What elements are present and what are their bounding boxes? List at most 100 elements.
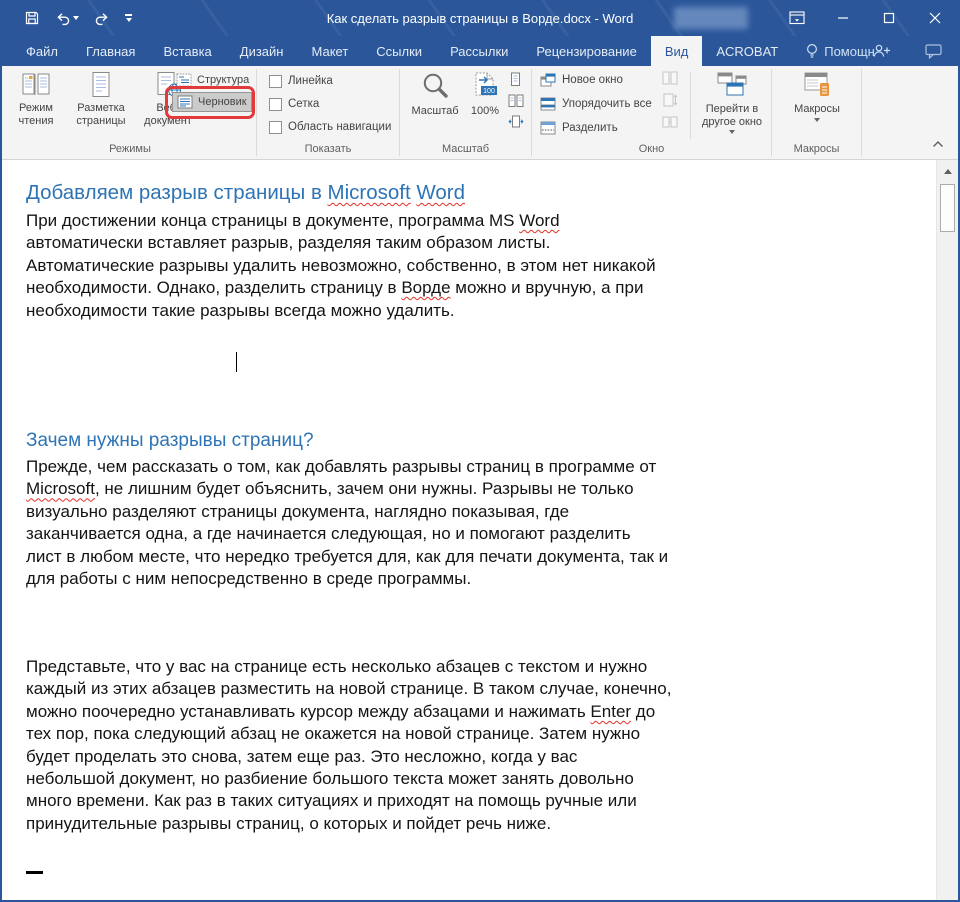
tab-references[interactable]: Ссылки xyxy=(362,36,436,66)
split-button[interactable]: Разделить xyxy=(540,119,618,137)
share-contact-button[interactable] xyxy=(872,43,891,59)
draft-view-label: Черновик xyxy=(198,96,247,108)
new-window-label: Новое окно xyxy=(562,74,623,86)
misspelled-word: Microsoft xyxy=(26,479,95,498)
page-width-button[interactable] xyxy=(508,115,524,128)
text-run: Зачем нужны разрывы страниц? xyxy=(26,430,314,451)
save-icon xyxy=(24,10,40,26)
one-page-button[interactable] xyxy=(508,72,524,87)
collapse-ribbon-button[interactable] xyxy=(932,140,944,148)
checkbox-navigation-pane[interactable]: Область навигации xyxy=(269,119,391,135)
lightbulb-icon xyxy=(806,43,818,59)
comments-button[interactable] xyxy=(925,44,942,59)
document-paragraph-1: При достижении конца страницы в документ… xyxy=(26,210,786,322)
print-layout-button[interactable]: Разметка страницы xyxy=(64,69,138,128)
macros-caret-icon xyxy=(814,118,820,122)
multiple-pages-icon xyxy=(508,94,524,108)
vertical-scrollbar[interactable] xyxy=(936,160,958,900)
tab-home[interactable]: Главная xyxy=(72,36,149,66)
checkbox-box[interactable] xyxy=(269,121,282,134)
word-window: Как сделать разрыв страницы в Ворде.docx… xyxy=(0,0,960,902)
switch-windows-button[interactable]: Перейти в другое окно xyxy=(698,69,766,134)
comment-icon xyxy=(925,44,942,59)
new-window-icon xyxy=(540,73,556,87)
split-icon xyxy=(540,121,556,135)
person-add-icon xyxy=(872,43,891,59)
misspelled-word: Word xyxy=(416,181,465,204)
read-mode-button[interactable]: Режим чтения xyxy=(8,69,64,128)
svg-text:100: 100 xyxy=(483,88,495,95)
sync-scroll-icon xyxy=(662,93,678,107)
close-button[interactable] xyxy=(912,0,958,36)
checkbox-box[interactable] xyxy=(269,98,282,111)
arrange-all-label: Упорядочить все xyxy=(562,98,652,110)
group-label-macros: Макросы xyxy=(772,143,861,155)
group-label-zoom: Масштаб xyxy=(400,143,531,155)
minimize-icon xyxy=(837,12,849,24)
minimize-button[interactable] xyxy=(820,0,866,36)
tab-review[interactable]: Рецензирование xyxy=(522,36,650,66)
switch-windows-icon xyxy=(715,71,749,99)
zoom-100-button[interactable]: 100 100% xyxy=(464,69,506,118)
text-run: , не лишним будет объяснить, зачем они н… xyxy=(26,479,668,588)
reset-window-position-button xyxy=(662,115,678,129)
checkbox-gridlines[interactable]: Сетка xyxy=(269,96,391,112)
text-run: Представьте, что у вас на странице есть … xyxy=(26,657,671,721)
new-window-button[interactable]: Новое окно xyxy=(540,71,623,89)
document-heading-2: Зачем нужны разрывы страниц? xyxy=(26,428,786,453)
document-paragraph-3: Представьте, что у вас на странице есть … xyxy=(26,656,786,835)
window-controls xyxy=(774,0,958,36)
read-mode-label: Режим чтения xyxy=(19,102,54,128)
checkbox-label: Линейка xyxy=(288,75,333,87)
tab-mailings[interactable]: Рассылки xyxy=(436,36,522,66)
one-page-icon xyxy=(508,72,523,87)
bar-icon xyxy=(125,14,132,16)
tab-layout[interactable]: Макет xyxy=(297,36,362,66)
checkbox-label: Сетка xyxy=(288,98,319,110)
tab-file[interactable]: Файл xyxy=(12,36,72,66)
save-button[interactable] xyxy=(24,10,40,26)
print-layout-label: Разметка страницы xyxy=(76,102,125,128)
arrange-all-button[interactable]: Упорядочить все xyxy=(540,95,652,113)
ribbon-display-options-button[interactable] xyxy=(774,0,820,36)
tab-acrobat[interactable]: ACROBAT xyxy=(702,36,792,66)
draft-view-button[interactable]: Черновик xyxy=(172,92,252,112)
tab-strip: ФайлГлавнаяВставкаДизайнМакетСсылкиРассы… xyxy=(2,36,958,66)
group-label-window: Окно xyxy=(532,143,771,155)
tab-insert[interactable]: Вставка xyxy=(149,36,225,66)
macros-button[interactable]: Макросы xyxy=(789,69,845,122)
zoom-100-icon: 100 xyxy=(470,71,500,101)
group-zoom: Масштаб 100 100% xyxy=(400,66,531,159)
scrollbar-up-button[interactable] xyxy=(937,160,958,182)
outline-view-button[interactable]: Структура xyxy=(172,71,253,89)
switch-windows-label: Перейти в другое окно xyxy=(702,103,762,129)
scroll-up-icon xyxy=(944,169,952,174)
document-page[interactable]: Добавляем разрыв страницы в Microsoft Wo… xyxy=(2,160,958,900)
chevron-up-icon xyxy=(932,140,944,148)
redo-button[interactable] xyxy=(94,11,110,26)
page-width-icon xyxy=(508,115,524,128)
maximize-button[interactable] xyxy=(866,0,912,36)
checkbox-ruler[interactable]: Линейка xyxy=(269,73,391,89)
customize-qat-button[interactable] xyxy=(125,14,132,22)
zoom-small-buttons xyxy=(508,72,524,128)
zoom-button[interactable]: Масштаб xyxy=(406,69,464,118)
split-label: Разделить xyxy=(562,122,618,134)
group-macros: Макросы Макросы xyxy=(772,66,861,159)
multiple-pages-button[interactable] xyxy=(508,94,524,108)
page-break-dash xyxy=(26,871,43,874)
misspelled-word: Microsoft xyxy=(328,181,411,204)
undo-icon xyxy=(55,11,71,26)
scrollbar-thumb[interactable] xyxy=(940,184,955,232)
tab-view[interactable]: Вид xyxy=(651,36,703,66)
arrange-all-icon xyxy=(540,97,556,111)
view-side-by-side-button xyxy=(662,71,678,85)
text-run: При достижении конца страницы в документ… xyxy=(26,211,519,230)
undo-button[interactable] xyxy=(55,11,79,26)
draft-icon xyxy=(177,95,193,109)
group-label-views: Режимы xyxy=(4,143,256,155)
misspelled-word: Ворде xyxy=(401,278,450,297)
checkbox-box[interactable] xyxy=(269,75,282,88)
tab-design[interactable]: Дизайн xyxy=(226,36,298,66)
outline-view-label: Структура xyxy=(197,74,249,86)
